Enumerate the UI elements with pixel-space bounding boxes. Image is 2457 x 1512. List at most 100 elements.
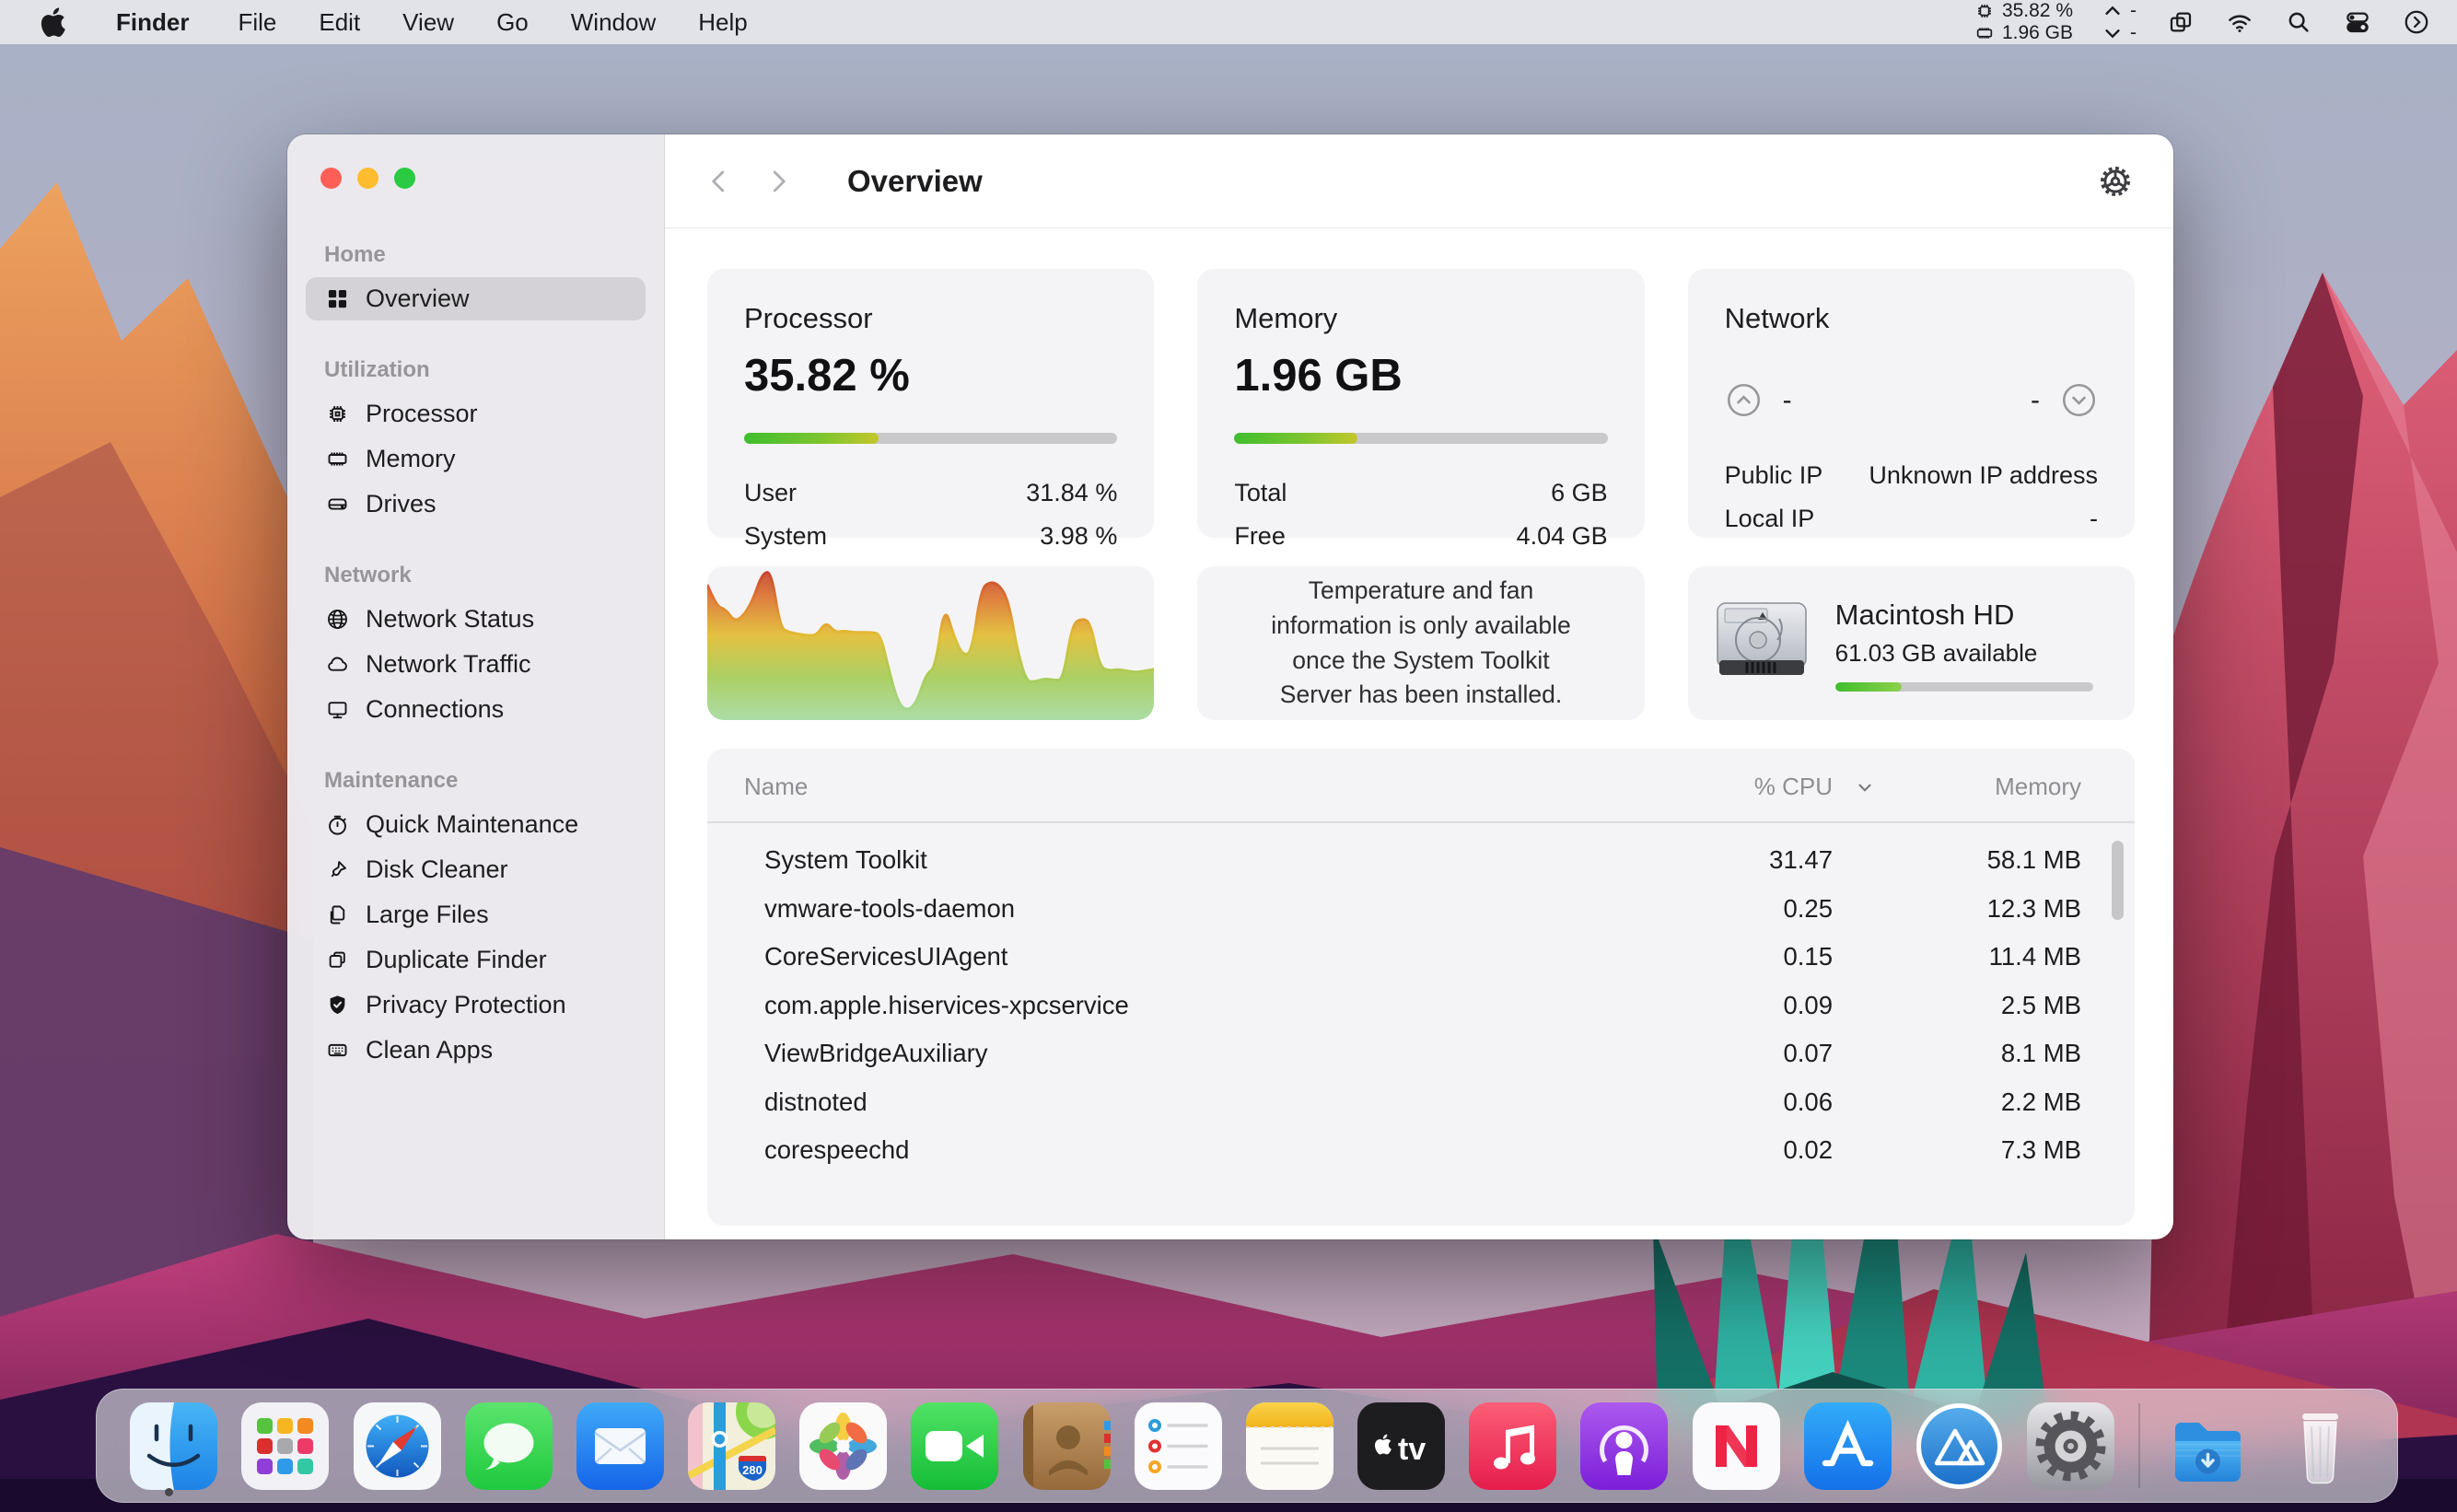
process-row[interactable]: vmware-tools-daemon 0.25 12.3 MB [744, 885, 2081, 934]
sidebar-item-network-status[interactable]: Network Status [306, 598, 646, 641]
process-row[interactable]: CoreServicesUIAgent 0.15 11.4 MB [744, 933, 2081, 982]
sidebar-item-quick-maintenance[interactable]: Quick Maintenance [306, 803, 646, 846]
dock-maps-icon[interactable]: 280 [688, 1402, 776, 1490]
sidebar-item-clean-apps[interactable]: Clean Apps [306, 1029, 646, 1072]
control-center-icon[interactable] [2343, 7, 2372, 37]
menu-view[interactable]: View [381, 8, 475, 37]
sidebar-item-connections[interactable]: Connections [306, 688, 646, 731]
sidebar-item-memory[interactable]: Memory [306, 437, 646, 481]
spotlight-search-icon[interactable] [2284, 7, 2313, 37]
process-rows: System Toolkit 31.47 58.1 MB vmware-tools-d… [707, 823, 2135, 1175]
sidebar-item-overview[interactable]: Overview [306, 277, 646, 320]
dock-safari-icon[interactable] [353, 1402, 441, 1490]
process-row[interactable]: distnoted 0.06 2.2 MB [744, 1078, 2081, 1127]
sidebar-item-drives[interactable]: Drives [306, 483, 646, 526]
dock: 280 tv [96, 1389, 2398, 1503]
ram-icon [1976, 28, 1993, 39]
forward-button[interactable] [764, 166, 792, 197]
dock-news-icon[interactable] [1692, 1402, 1780, 1490]
app-window: Home Overview Utilization Processor Memory Dr… [287, 134, 2173, 1239]
upload-arrow-icon [2105, 6, 2120, 15]
zoom-window-button[interactable] [394, 168, 415, 189]
menu-go[interactable]: Go [475, 8, 550, 37]
dock-system-toolkit-icon[interactable] [1916, 1402, 2003, 1490]
statusbar-download-value: - [2130, 22, 2137, 43]
process-row[interactable]: ViewBridgeAuxiliary 0.07 8.1 MB [744, 1029, 2081, 1078]
svg-text:tv: tv [1398, 1432, 1426, 1467]
dock-system-preferences-icon[interactable] [2027, 1402, 2115, 1490]
sidebar-item-label: Processor [366, 400, 478, 427]
dock-notes-icon[interactable] [1245, 1402, 1333, 1490]
dock-reminders-icon[interactable] [1134, 1402, 1222, 1490]
process-row[interactable]: corespeechd 0.02 7.3 MB [744, 1126, 2081, 1175]
dock-finder-icon[interactable] [130, 1402, 218, 1490]
disk-card: Macintosh HD 61.03 GB available [1687, 566, 2135, 720]
column-header-cpu[interactable]: % CPU [1602, 773, 1833, 801]
apple-menu[interactable] [39, 7, 66, 37]
sidebar-item-label: Network Status [366, 605, 535, 633]
stat-row: Local IP - [1724, 505, 2098, 532]
card-title: Processor [744, 302, 873, 334]
stat-row: Total 6 GB [1234, 479, 1608, 506]
column-header-memory[interactable]: Memory [1897, 773, 2081, 801]
hard-drive-icon [1716, 601, 1807, 675]
memory-progress-bar [1234, 433, 1608, 444]
column-header-name[interactable]: Name [744, 773, 1602, 801]
statusbar-system-monitor[interactable]: 35.82 % 1.96 GB [1974, 1, 2073, 43]
drive-icon [324, 492, 350, 518]
dock-contacts-icon[interactable] [1022, 1402, 1111, 1490]
menu-edit[interactable]: Edit [297, 8, 381, 37]
dock-messages-icon[interactable] [464, 1402, 553, 1490]
memory-card: Memory 1.96 GB Total 6 GB Free 4.04 GB [1197, 269, 1645, 550]
sort-chevron-icon[interactable] [1833, 777, 1897, 797]
stat-row: System 3.98 % [744, 522, 1118, 550]
dock-appstore-icon[interactable] [1803, 1402, 1892, 1490]
sidebar-item-privacy-protection[interactable]: Privacy Protection [306, 983, 646, 1027]
sidebar-item-network-traffic[interactable]: Network Traffic [306, 643, 646, 686]
cpu-icon [1978, 5, 1991, 17]
minimize-window-button[interactable] [357, 168, 378, 189]
card-title: Network [1724, 302, 1830, 334]
sidebar-item-duplicate-finder[interactable]: Duplicate Finder [306, 938, 646, 982]
sidebar-item-disk-cleaner[interactable]: Disk Cleaner [306, 848, 646, 891]
keys-icon [324, 1038, 350, 1064]
shield-icon [324, 993, 350, 1018]
siri-icon[interactable] [2402, 7, 2431, 37]
brush-icon [324, 857, 350, 883]
grid-icon [324, 286, 350, 312]
temperature-notice-text: Temperature and fan information is only … [1271, 576, 1571, 709]
menu-bar: Finder File Edit View Go Window Help 35.… [0, 0, 2457, 44]
close-window-button[interactable] [320, 168, 342, 189]
stat-row: Free 4.04 GB [1234, 522, 1608, 550]
sidebar-item-label: Drives [366, 490, 437, 518]
dock-mail-icon[interactable] [576, 1402, 664, 1490]
copy-icon [324, 948, 350, 973]
finder-running-indicator [165, 1488, 173, 1496]
screen-mirroring-icon[interactable] [2166, 7, 2195, 37]
wifi-icon[interactable] [2225, 7, 2254, 37]
dock-launchpad-icon[interactable] [241, 1402, 330, 1490]
memory-value: 1.96 GB [1234, 351, 1403, 401]
sidebar-item-large-files[interactable]: Large Files [306, 893, 646, 936]
menu-help[interactable]: Help [677, 8, 768, 37]
sidebar-item-processor[interactable]: Processor [306, 392, 646, 436]
process-row[interactable]: System Toolkit 31.47 58.1 MB [744, 836, 2081, 885]
dock-trash-icon[interactable] [2277, 1402, 2364, 1490]
settings-gear-icon[interactable] [2098, 164, 2133, 199]
menu-file[interactable]: File [216, 8, 297, 37]
back-button[interactable] [705, 166, 733, 197]
dock-photos-icon[interactable] [799, 1402, 888, 1490]
table-scrollbar-thumb[interactable] [2112, 841, 2124, 920]
dock-music-icon[interactable] [1469, 1402, 1557, 1490]
dock-downloads-folder-icon[interactable] [2164, 1402, 2252, 1490]
statusbar-cpu-value: 35.82 % [2001, 0, 2073, 21]
dock-tv-icon[interactable]: tv [1357, 1402, 1446, 1490]
disk-progress-bar [1834, 682, 2093, 692]
menu-window[interactable]: Window [550, 8, 677, 37]
menu-app-name[interactable]: Finder [101, 8, 204, 37]
statusbar-network-monitor[interactable]: - - [2102, 1, 2137, 43]
process-row[interactable]: com.apple.hiservices-xpcservice 0.09 2.5 M… [744, 982, 2081, 1030]
dock-facetime-icon[interactable] [911, 1402, 999, 1490]
dock-podcasts-icon[interactable] [1580, 1402, 1669, 1490]
docs-icon [324, 902, 350, 928]
